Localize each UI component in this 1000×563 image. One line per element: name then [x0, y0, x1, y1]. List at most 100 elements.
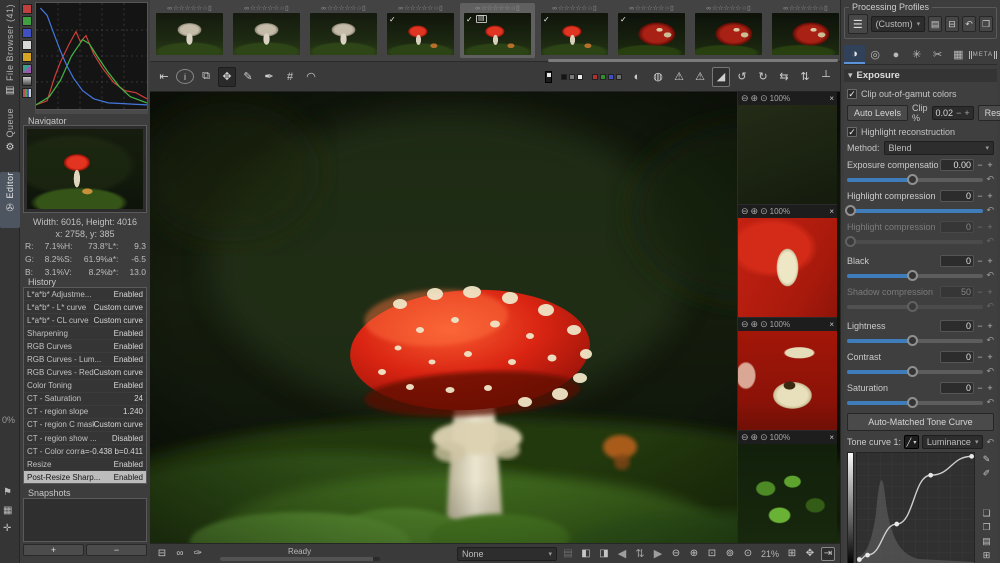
curve-copy-icon[interactable]: ❏: [982, 508, 990, 519]
circle-icon[interactable]: ○: [588, 5, 592, 12]
zoom-out-icon[interactable]: ⊖: [741, 206, 749, 217]
histogram-chroma-button[interactable]: [22, 52, 32, 62]
trash-icon[interactable]: ▯: [824, 4, 828, 12]
clip-gamut-checkbox[interactable]: ✓ Clip out-of-gamut colors: [847, 89, 994, 99]
circle-icon[interactable]: ○: [203, 5, 207, 12]
previous-image-icon[interactable]: ◀: [615, 547, 629, 561]
detail-window-2[interactable]: ⊖ ⊕ ⊙ 100% ×: [737, 205, 837, 318]
history-row[interactable]: Resize Enabled: [24, 458, 146, 472]
profile-folder-icon[interactable]: ▤: [928, 16, 943, 32]
curve-overlay-icon[interactable]: ◢: [712, 66, 730, 87]
zoom-fit-icon[interactable]: ⊡: [705, 547, 719, 561]
trash-icon[interactable]: ▯: [285, 4, 289, 12]
edit-external-icon[interactable]: ✑: [191, 547, 205, 561]
detail-view[interactable]: [738, 331, 837, 430]
zoom-100-icon[interactable]: ⊙: [760, 432, 768, 443]
close-icon[interactable]: ×: [829, 320, 834, 329]
star-rating[interactable]: ☆☆☆☆☆: [404, 4, 433, 12]
profile-save-icon[interactable]: ⊟: [945, 16, 960, 32]
reset-button[interactable]: Reset: [977, 105, 1000, 121]
rotate-left-icon[interactable]: ↺: [733, 67, 751, 87]
reset-icon[interactable]: ↶: [986, 335, 994, 346]
slider-knob[interactable]: [907, 173, 919, 185]
reset-icon[interactable]: ↶: [986, 437, 994, 448]
auto-matched-tone-curve-button[interactable]: Auto-Matched Tone Curve: [847, 413, 994, 431]
exposure-section-header[interactable]: ▾ Exposure: [844, 69, 997, 82]
star-rating[interactable]: ☆☆☆☆☆: [789, 4, 818, 12]
trash-icon[interactable]: ▯: [208, 4, 212, 12]
soft-proofing-icon[interactable]: ▤: [561, 547, 575, 561]
profile-restore-icon[interactable]: ↶: [962, 16, 976, 32]
flip-vertical-icon[interactable]: ⇅: [796, 67, 814, 87]
circle-icon[interactable]: ○: [819, 5, 823, 12]
filmstrip-thumb[interactable]: ∞ ☆☆☆☆☆ ○ ▯ ✓: [537, 3, 612, 58]
fullscreen-icon[interactable]: ✥: [803, 547, 817, 561]
zoom-in-icon[interactable]: ⊕: [751, 93, 759, 104]
history-row[interactable]: RGB Curves Enabled: [24, 340, 146, 354]
close-icon[interactable]: ×: [829, 94, 834, 103]
trash-icon[interactable]: ▯: [747, 4, 751, 12]
rotate-tool-icon[interactable]: ◠: [302, 67, 320, 87]
info-icon[interactable]: i: [176, 69, 194, 84]
before-after-left-icon[interactable]: ◧: [579, 547, 593, 561]
profile-list-icon[interactable]: ☰: [848, 14, 868, 34]
circle-icon[interactable]: ○: [434, 5, 438, 12]
highlight-clip-warning-icon[interactable]: ⚠: [670, 67, 688, 87]
color-label-icon[interactable]: ∞: [475, 5, 480, 12]
straighten-tool-icon[interactable]: ✎: [239, 67, 257, 87]
history-row[interactable]: Sharpening Enabled: [24, 327, 146, 341]
history-row[interactable]: CT - region show ... Disabled: [24, 432, 146, 446]
tab-transform[interactable]: ✂: [927, 45, 948, 64]
color-label-icon[interactable]: ∞: [398, 5, 403, 12]
monitor-profile-select[interactable]: None ▾: [456, 546, 557, 561]
trash-icon[interactable]: ▯: [670, 4, 674, 12]
reset-icon[interactable]: ↶: [986, 205, 994, 216]
slider-knob[interactable]: [907, 365, 919, 377]
histogram-blue-button[interactable]: [22, 28, 32, 38]
reset-icon[interactable]: ↶: [986, 301, 994, 312]
history-row[interactable]: CT - Color correct...a=-0.438 b=0.411: [24, 445, 146, 459]
history-row[interactable]: CT - Saturation 24: [24, 393, 146, 406]
circle-icon[interactable]: ○: [511, 5, 515, 12]
star-rating[interactable]: ☆☆☆☆☆: [712, 4, 741, 12]
color-label-icon[interactable]: ∞: [783, 5, 788, 12]
close-icon[interactable]: ×: [829, 433, 834, 442]
clip-value-spinner[interactable]: 0.02− +: [931, 106, 974, 120]
circle-icon[interactable]: ○: [280, 5, 284, 12]
curve-pen-icon[interactable]: ✐: [983, 468, 991, 479]
zoom-100-icon[interactable]: ⊙: [760, 93, 768, 104]
slider-knob[interactable]: [907, 334, 919, 346]
star-rating[interactable]: ☆☆☆☆☆: [635, 4, 664, 12]
main-image-canvas[interactable]: ⊖ ⊕ ⊙ 100% × ⊖ ⊕ ⊙ 100% × ⊖ ⊕ ⊙ 100% × ⊖…: [150, 92, 840, 543]
tab-color[interactable]: ●: [886, 45, 907, 64]
profile-select[interactable]: (Custom) ▾: [870, 16, 926, 32]
curve-plot[interactable]: [856, 452, 975, 563]
history-row[interactable]: L*a*b* - CL curve Custom curve: [24, 314, 146, 328]
star-rating[interactable]: ☆☆☆☆☆: [250, 4, 279, 12]
curve-save-icon[interactable]: ⊞: [983, 550, 991, 561]
bg-color-swatches[interactable]: [560, 73, 584, 80]
filmstrip-thumb[interactable]: ∞ ☆☆☆☆☆ ○ ▯ ✓: [383, 3, 458, 58]
slider-value[interactable]: 0: [940, 351, 974, 363]
circle-icon[interactable]: ○: [742, 5, 746, 12]
color-picker-icon[interactable]: ✒: [260, 67, 278, 87]
star-rating[interactable]: ☆☆☆☆☆: [558, 4, 587, 12]
history-row[interactable]: CT - region C mask Custom curve: [24, 419, 146, 433]
histogram-gradient-button[interactable]: [22, 76, 32, 86]
reset-icon[interactable]: ↶: [986, 366, 994, 377]
filmstrip-thumb-selected[interactable]: ∞ ☆☆☆☆☆ ○ ▯ ✓ ▤: [460, 3, 535, 58]
histogram-bar-button[interactable]: [22, 88, 32, 98]
curve-type-select[interactable]: ╱ ▾: [904, 435, 919, 449]
profile-copy-icon[interactable]: ❐: [979, 16, 993, 32]
detail-window-1[interactable]: ⊖ ⊕ ⊙ 100% ×: [737, 92, 837, 205]
tab-advanced[interactable]: ✳: [906, 45, 927, 64]
history-row[interactable]: L*a*b* Adjustme... Enabled: [24, 288, 146, 302]
slider-value[interactable]: 0: [940, 382, 974, 394]
save-image-icon[interactable]: ⊟: [155, 547, 169, 561]
snapshot-remove-button[interactable]: −: [86, 544, 147, 556]
zoom-100-icon[interactable]: ⊙: [760, 206, 768, 217]
filmstrip-thumb[interactable]: ∞ ☆☆☆☆☆ ○ ▯: [768, 3, 840, 58]
zoom-in-icon[interactable]: ⊕: [751, 319, 759, 330]
zoom-100-icon[interactable]: ⊙: [760, 319, 768, 330]
tab-editor[interactable]: Editor ✇: [0, 172, 20, 228]
